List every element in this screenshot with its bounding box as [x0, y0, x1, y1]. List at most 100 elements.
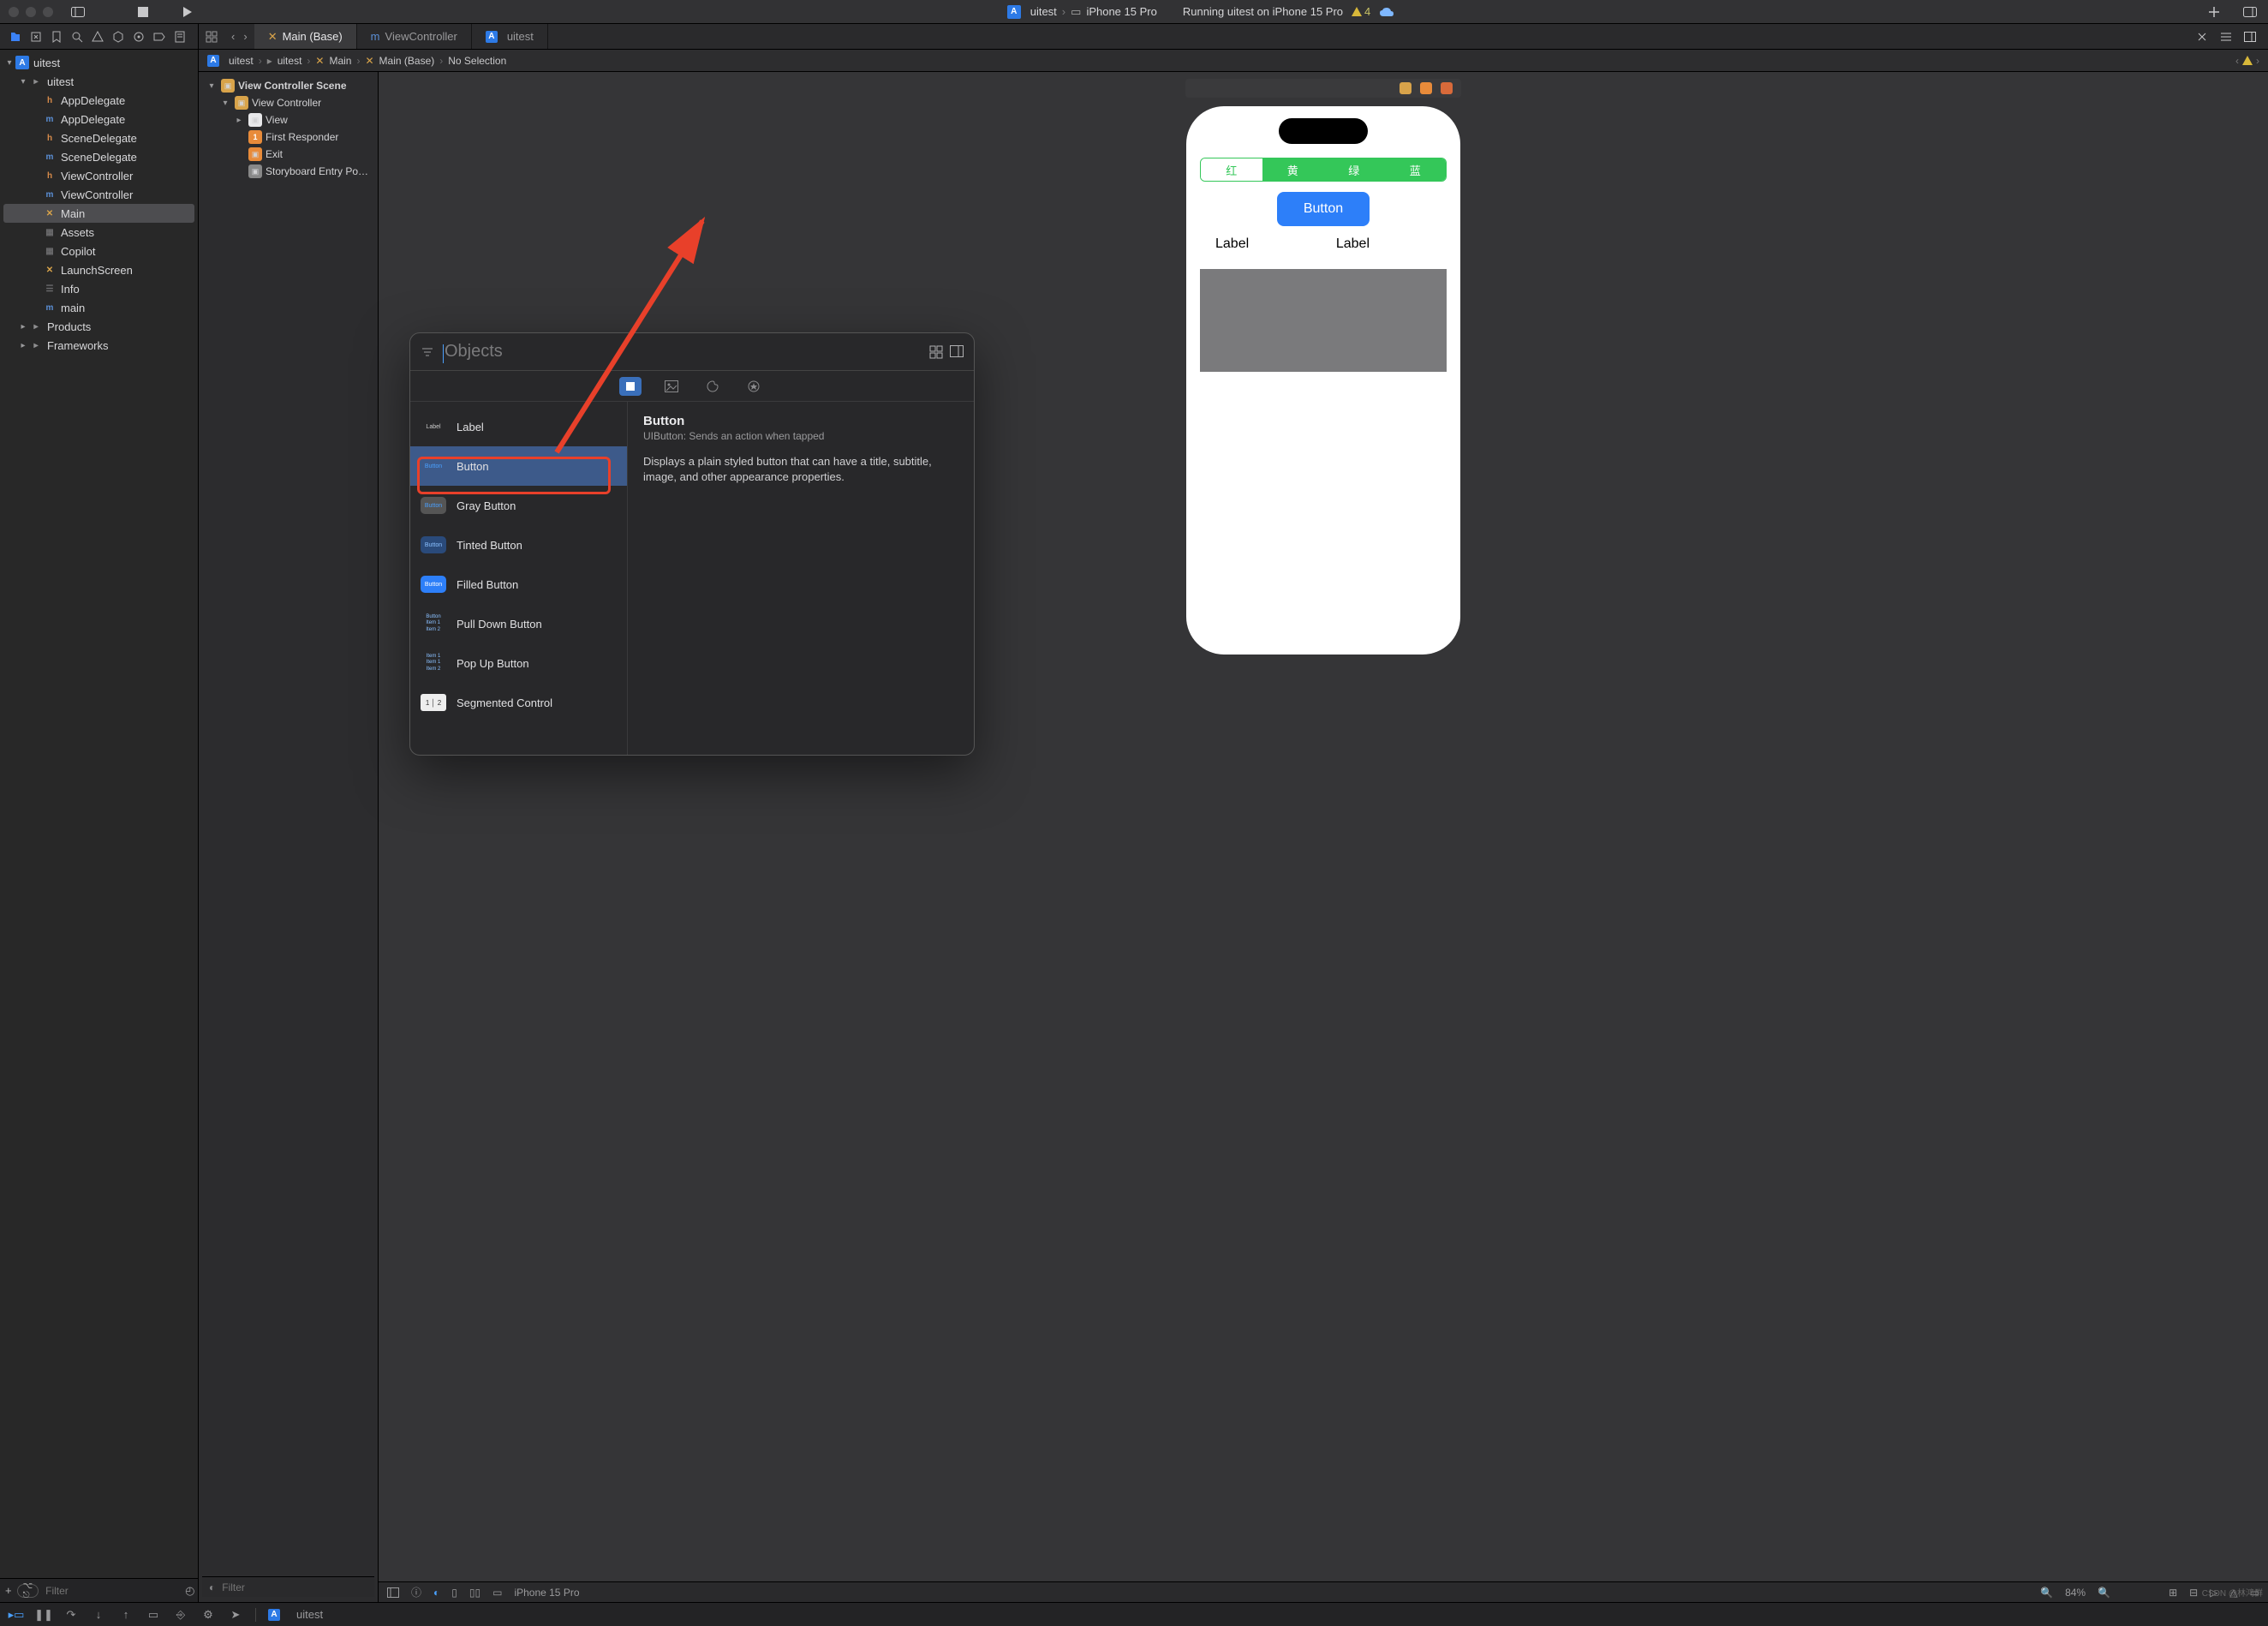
label-left[interactable]: Label [1215, 236, 1249, 252]
segmented-control[interactable]: 红 黄 绿 蓝 [1200, 158, 1447, 182]
location-icon[interactable]: ➤ [228, 1607, 243, 1623]
nav-back-button[interactable]: ‹ [231, 30, 235, 43]
view-controller-dock-icon[interactable] [1400, 82, 1412, 94]
tab-uitest[interactable]: A uitest [472, 24, 548, 49]
tab-viewcontroller[interactable]: m ViewController [357, 24, 472, 49]
button-element[interactable]: Button [1277, 192, 1370, 226]
step-into-icon[interactable]: ↓ [91, 1607, 106, 1623]
outline-exit[interactable]: ▣Exit [202, 146, 374, 163]
library-item-pull-down-button[interactable]: ButtonItem 1Item 2Pull Down Button [410, 604, 627, 643]
file-tree[interactable]: ▾ A uitest ▾ ▸ uitest hAppDelegatemAppDe… [0, 50, 198, 1578]
pin-icon[interactable]: ⊟ [2189, 1587, 2198, 1599]
project-navigator-icon[interactable] [7, 28, 24, 45]
scm-filter-icon[interactable]: ⌥ ⎋ [17, 1584, 39, 1598]
library-item-button[interactable]: ButtonButton [410, 446, 627, 486]
adjust-editor-icon[interactable] [2217, 27, 2235, 46]
disclosure-icon[interactable]: ▾ [206, 81, 218, 91]
align-icon[interactable]: ⊞ [2169, 1587, 2177, 1599]
library-item-label[interactable]: LabelLabel [410, 407, 627, 446]
scene-dock[interactable] [1185, 79, 1461, 98]
file-assets[interactable]: ▦Assets [0, 223, 198, 242]
file-appdelegate[interactable]: mAppDelegate [0, 110, 198, 129]
zoom-level[interactable]: 84% [2065, 1587, 2086, 1599]
library-filter-icon[interactable] [421, 346, 434, 358]
minimize-icon[interactable] [26, 7, 36, 17]
list-view-icon[interactable] [950, 345, 964, 359]
view-element[interactable] [1200, 269, 1447, 372]
label-right[interactable]: Label [1336, 236, 1370, 252]
file-scenedelegate[interactable]: hSceneDelegate [0, 129, 198, 147]
jump-bar[interactable]: A uitest› ▸ uitest› ✕ Main› ✕ Main (Base… [199, 50, 2268, 72]
outline-first-responder[interactable]: 1First Responder [202, 129, 374, 146]
debug-toggle-icon[interactable]: ▸▭ [9, 1607, 24, 1623]
library-item-tinted-button[interactable]: ButtonTinted Button [410, 525, 627, 565]
folder-frameworks[interactable]: ▸▸Frameworks [0, 336, 198, 355]
inspector-toggle-icon[interactable] [2241, 3, 2259, 21]
breakpoint-navigator-icon[interactable] [151, 28, 168, 45]
file-copilot[interactable]: ▦Copilot [0, 242, 198, 260]
zoom-out-icon[interactable]: 🔍 [2040, 1587, 2053, 1599]
disclosure-icon[interactable]: ▾ [17, 77, 29, 87]
file-launchscreen[interactable]: ✕LaunchScreen [0, 260, 198, 279]
disclosure-icon[interactable]: ▸ [233, 116, 245, 125]
memory-graph-icon[interactable]: ⎆ [173, 1607, 188, 1623]
tree-group[interactable]: ▾ ▸ uitest [0, 72, 198, 91]
orientation-icon[interactable]: ▯ [451, 1587, 457, 1599]
library-item-filled-button[interactable]: ButtonFilled Button [410, 565, 627, 604]
color-category-icon[interactable] [701, 377, 724, 396]
file-viewcontroller[interactable]: hViewController [0, 166, 198, 185]
debug-navigator-icon[interactable] [130, 28, 147, 45]
snippets-category-icon[interactable] [743, 377, 765, 396]
window-controls[interactable] [9, 7, 53, 17]
step-over-icon[interactable]: ↷ [63, 1607, 79, 1623]
outline-storyboard-entry-po-[interactable]: ▣Storyboard Entry Po… [202, 163, 374, 180]
segment-0[interactable]: 红 [1201, 158, 1262, 181]
library-item-pop-up-button[interactable]: Item 1Item 1Item 2Pop Up Button [410, 643, 627, 683]
disclosure-icon[interactable]: ▾ [219, 99, 231, 108]
nav-forward-button[interactable]: › [243, 30, 247, 43]
environment-icon[interactable]: ⚙ [200, 1607, 216, 1623]
debug-view-icon[interactable]: ▭ [146, 1607, 161, 1623]
segment-3[interactable]: 蓝 [1385, 158, 1447, 181]
cloud-status-icon[interactable] [1379, 7, 1394, 17]
file-main[interactable]: mmain [0, 298, 198, 317]
outline-view-controller[interactable]: ▾▣View Controller [202, 94, 374, 111]
file-scenedelegate[interactable]: mSceneDelegate [0, 147, 198, 166]
find-navigator-icon[interactable] [69, 28, 86, 45]
pause-icon[interactable]: ❚❚ [36, 1607, 51, 1623]
sidebar-toggle-icon[interactable] [69, 3, 87, 21]
recent-filter-icon[interactable]: ◴ [185, 1584, 194, 1598]
filter-input[interactable] [44, 1584, 180, 1598]
accessibility-icon[interactable]: ▭ [492, 1587, 502, 1599]
objects-category-icon[interactable] [619, 377, 642, 396]
disclosure-icon[interactable]: ▾ [3, 58, 15, 68]
run-button[interactable] [178, 3, 197, 21]
zoom-in-icon[interactable]: 🔍 [2098, 1587, 2110, 1599]
grid-view-icon[interactable] [929, 345, 943, 359]
stop-button[interactable] [134, 3, 152, 21]
scheme-selector[interactable]: A uitest › ▭ iPhone 15 Pro [1007, 5, 1157, 19]
source-control-navigator-icon[interactable] [27, 28, 45, 45]
warning-icon[interactable] [2242, 56, 2253, 65]
close-icon[interactable] [9, 7, 19, 17]
library-item-segmented-control[interactable]: 1 │ 2Segmented Control [410, 683, 627, 722]
file-info[interactable]: ☰Info [0, 279, 198, 298]
outline-filter-input[interactable] [220, 1581, 367, 1594]
first-responder-dock-icon[interactable] [1420, 82, 1432, 94]
file-appdelegate[interactable]: hAppDelegate [0, 91, 198, 110]
add-tab-button[interactable] [2205, 3, 2223, 21]
jump-forward-icon[interactable]: › [2256, 55, 2259, 67]
media-category-icon[interactable] [660, 377, 683, 396]
appearance-icon[interactable]: ◐ [433, 1587, 439, 1599]
tab-main[interactable]: ✕ Main (Base) [254, 24, 357, 49]
file-main[interactable]: ✕Main [3, 204, 194, 223]
step-out-icon[interactable]: ↑ [118, 1607, 134, 1623]
tree-root[interactable]: ▾ A uitest [0, 53, 198, 72]
layout-icon[interactable]: ▯▯ [469, 1587, 480, 1599]
file-viewcontroller[interactable]: mViewController [0, 185, 198, 204]
library-list[interactable]: LabelLabelButtonButtonButtonGray ButtonB… [410, 402, 628, 755]
disclosure-icon[interactable]: ▸ [17, 341, 29, 350]
jump-back-icon[interactable]: ‹ [2235, 55, 2239, 67]
zoom-icon[interactable] [43, 7, 53, 17]
debug-target[interactable]: uitest [296, 1608, 323, 1621]
